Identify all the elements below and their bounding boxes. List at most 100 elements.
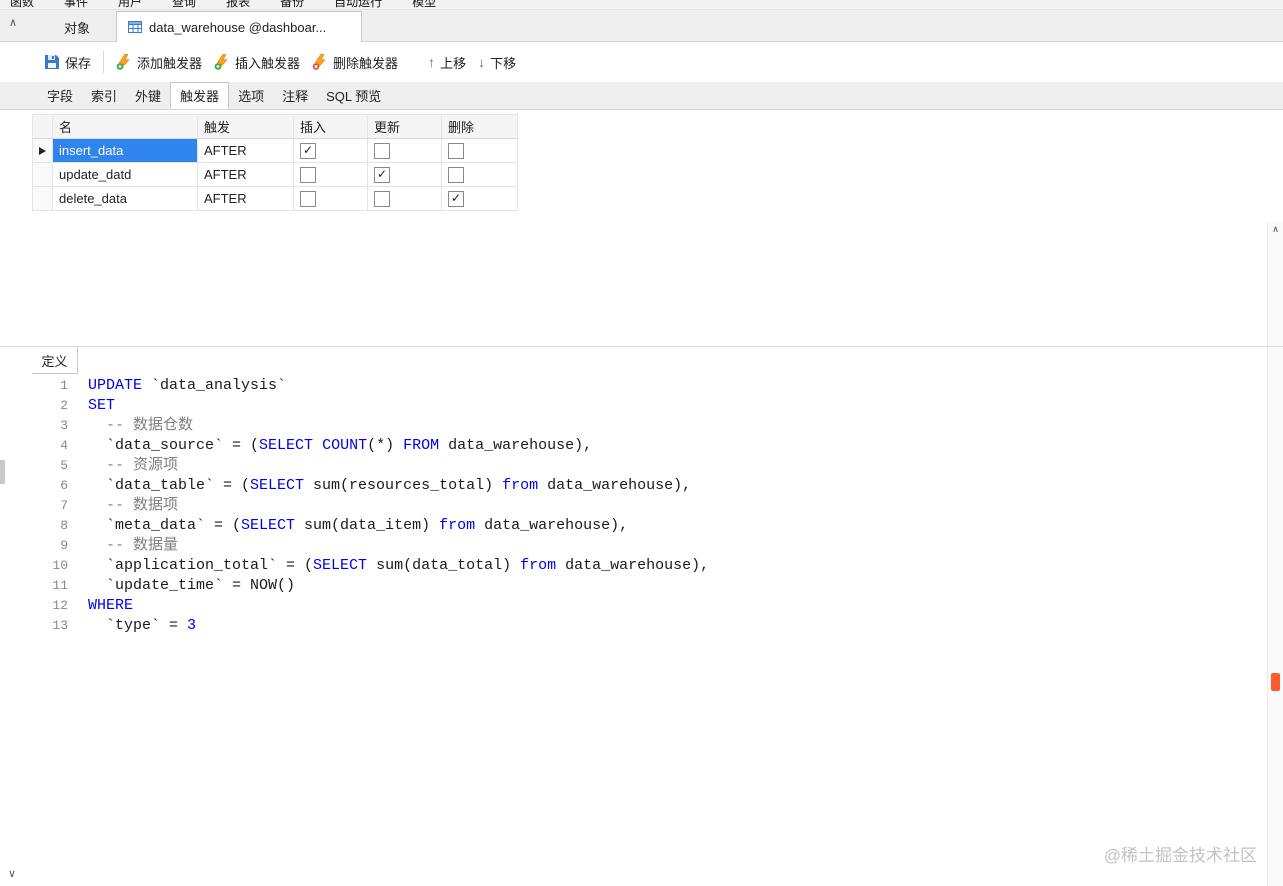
menu-item-model[interactable]: 模型 xyxy=(412,0,436,9)
bottom-left-chevron-icon[interactable]: ∨ xyxy=(8,869,16,880)
tab-options[interactable]: 选项 xyxy=(229,82,273,109)
delete-checkbox[interactable] xyxy=(448,190,464,207)
tab-foreign-keys[interactable]: 外键 xyxy=(126,82,170,109)
row-marker xyxy=(32,186,53,211)
menu-item-query[interactable]: 查询 xyxy=(172,0,196,9)
left-scrollbar-thumb[interactable] xyxy=(0,460,5,484)
tab-objects[interactable]: 对象 xyxy=(38,14,116,41)
tab-indexes[interactable]: 索引 xyxy=(82,82,126,109)
tab-fields[interactable]: 字段 xyxy=(38,82,82,109)
trigger-timing-cell[interactable]: AFTER xyxy=(197,138,294,163)
code-line[interactable]: 10 `application_total` = (SELECT sum(dat… xyxy=(0,556,1268,576)
code-line[interactable]: 7 -- 数据项 xyxy=(0,496,1268,516)
code-line[interactable]: 6 `data_table` = (SELECT sum(resources_t… xyxy=(0,476,1268,496)
insert-trigger-label: 插入触发器 xyxy=(235,55,301,71)
insert-cell[interactable] xyxy=(293,186,368,211)
delete-cell[interactable] xyxy=(441,186,518,211)
line-number: 2 xyxy=(60,398,68,413)
line-number: 8 xyxy=(60,518,68,533)
definition-tab[interactable]: 定义 xyxy=(32,347,78,374)
insert-checkbox[interactable] xyxy=(300,190,316,207)
delete-trigger-button[interactable]: 删除触发器 xyxy=(306,49,404,76)
update-checkbox[interactable] xyxy=(374,142,390,159)
code-line[interactable]: 2 SET xyxy=(0,396,1268,416)
line-number: 6 xyxy=(60,478,68,493)
delete-checkbox[interactable] xyxy=(448,142,464,159)
field-tabs: 字段 索引 外键 触发器 选项 注释 SQL 预览 xyxy=(0,82,1283,110)
code-line[interactable]: 3 -- 数据仓数 xyxy=(0,416,1268,436)
update-checkbox[interactable] xyxy=(374,166,390,183)
scrollbar-up-icon[interactable]: ∧ xyxy=(1268,224,1283,235)
column-header-2[interactable]: 插入 xyxy=(293,114,368,139)
add-trigger-icon xyxy=(116,53,132,70)
save-button[interactable]: 保存 xyxy=(38,49,97,76)
delete-checkbox[interactable] xyxy=(448,166,464,183)
code-line[interactable]: 4 `data_source` = (SELECT COUNT(*) FROM … xyxy=(0,436,1268,456)
menu-item-events[interactable]: 事件 xyxy=(64,0,88,9)
add-trigger-button[interactable]: 添加触发器 xyxy=(110,49,208,76)
trigger-timing-cell[interactable]: AFTER xyxy=(197,162,294,187)
update-cell[interactable] xyxy=(367,162,442,187)
trigger-name-cell[interactable]: update_datd xyxy=(52,162,198,187)
trigger-timing-cell[interactable]: AFTER xyxy=(197,186,294,211)
code-line[interactable]: 9 -- 数据量 xyxy=(0,536,1268,556)
code-line[interactable]: 11 `update_time` = NOW() xyxy=(0,576,1268,596)
grid-header-row: 名触发 插入 更新 删除 xyxy=(32,114,518,139)
table-row[interactable]: delete_data AFTER xyxy=(32,186,518,211)
definition-row: 定义 xyxy=(0,346,1283,374)
column-header-4[interactable]: 删除 xyxy=(441,114,518,139)
tab-objects-label: 对象 xyxy=(63,21,90,36)
insert-trigger-button[interactable]: 插入触发器 xyxy=(208,49,306,76)
delete-cell[interactable] xyxy=(441,138,518,163)
tab-scroll-up-icon[interactable]: ∧ xyxy=(9,18,17,29)
code-line[interactable]: 8 `meta_data` = (SELECT sum(data_item) f… xyxy=(0,516,1268,536)
column-header-3[interactable]: 更新 xyxy=(367,114,442,139)
delete-trigger-icon xyxy=(312,53,328,70)
move-up-button[interactable]: ↑ 上移 xyxy=(422,49,472,76)
edit-position-marker[interactable] xyxy=(1271,673,1280,691)
tab-comments[interactable]: 注释 xyxy=(273,82,317,109)
trigger-name-cell[interactable]: delete_data xyxy=(52,186,198,211)
code-line[interactable]: 13 `type` = 3 xyxy=(0,616,1268,636)
tab-sql-preview[interactable]: SQL 预览 xyxy=(317,82,390,109)
insert-checkbox[interactable] xyxy=(300,166,316,183)
sql-editor[interactable]: 1 UPDATE `data_analysis` 2 SET 3 -- 数据仓数 4 `d… xyxy=(0,376,1268,886)
insert-checkbox[interactable] xyxy=(300,142,316,159)
menu-item-functions[interactable]: 函数 xyxy=(10,0,34,9)
insert-trigger-icon xyxy=(214,53,230,70)
update-checkbox[interactable] xyxy=(374,190,390,207)
move-down-button[interactable]: ↓ 下移 xyxy=(472,49,522,76)
code-line[interactable]: 1 UPDATE `data_analysis` xyxy=(0,376,1268,396)
code-line[interactable]: 12 WHERE xyxy=(0,596,1268,616)
update-cell[interactable] xyxy=(367,138,442,163)
menu-item-backup[interactable]: 备份 xyxy=(280,0,304,9)
column-header-1[interactable]: 触发 xyxy=(197,114,294,139)
current-row-arrow-icon xyxy=(39,146,46,155)
app: { "menu": { "items": ["函数", "事件", "用户", … xyxy=(0,0,1283,886)
table-row[interactable]: update_datd AFTER xyxy=(32,162,518,187)
insert-cell[interactable] xyxy=(293,162,368,187)
tab-table-designer[interactable]: data_warehouse @dashboar... xyxy=(116,11,362,42)
line-number: 3 xyxy=(60,418,68,433)
trigger-grid-pane: 名触发插入更新删除 insert_dataAFTERupdate_datdAFT… xyxy=(0,110,1283,448)
insert-cell[interactable] xyxy=(293,138,368,163)
trigger-name-cell[interactable]: insert_data xyxy=(52,138,198,163)
trigger-grid: 名触发插入更新删除 insert_dataAFTERupdate_datdAFT… xyxy=(32,114,518,211)
row-marker xyxy=(32,162,53,187)
column-header-0[interactable]: 名 xyxy=(52,114,198,139)
menu-item-automation[interactable]: 自动运行 xyxy=(334,0,382,9)
up-arrow-icon: ↑ xyxy=(428,54,436,70)
delete-trigger-label: 删除触发器 xyxy=(333,55,399,71)
save-icon xyxy=(44,54,60,70)
tab-bar: ∧ 对象 data_warehouse @dashboar... xyxy=(0,10,1283,42)
menu-item-reports[interactable]: 报表 xyxy=(226,0,250,9)
editor-scrollbar[interactable] xyxy=(1267,348,1283,886)
line-number: 11 xyxy=(52,578,68,593)
save-label: 保存 xyxy=(65,55,92,71)
delete-cell[interactable] xyxy=(441,162,518,187)
code-line[interactable]: 5 -- 资源项 xyxy=(0,456,1268,476)
table-row[interactable]: insert_data AFTER xyxy=(32,138,518,163)
tab-triggers[interactable]: 触发器 xyxy=(170,82,230,109)
menu-item-users[interactable]: 用户 xyxy=(118,0,142,9)
update-cell[interactable] xyxy=(367,186,442,211)
